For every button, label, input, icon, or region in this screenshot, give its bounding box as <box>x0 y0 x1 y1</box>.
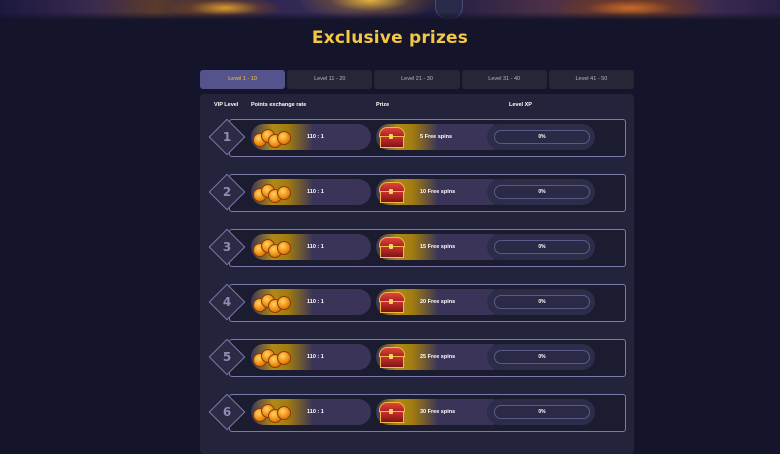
tab-level-41-50[interactable]: Level 41 - 50 <box>548 70 635 89</box>
rate-pill: 110 : 1 <box>251 289 371 315</box>
header-level-xp: Level XP <box>509 102 532 108</box>
page-title: Exclusive prizes <box>311 28 469 48</box>
table-row: 5 110 : 1 25 Free spins 0% <box>208 338 626 377</box>
prize-value: 20 Free spins <box>420 299 456 305</box>
vip-levels-table: VIP Level Points exchange rate Prize Lev… <box>200 94 634 454</box>
prize-value: 30 Free spins <box>420 409 456 415</box>
level-xp-progress: 0% <box>494 185 590 199</box>
tab-level-1-10[interactable]: Level 1 - 10 <box>200 70 286 89</box>
treasure-chest-icon <box>379 402 405 423</box>
table-row: 3 110 : 1 15 Free spins 0% <box>208 228 626 267</box>
level-xp-progress: 0% <box>494 350 590 364</box>
rate-value: 110 : 1 <box>307 409 324 415</box>
level-xp-progress: 0% <box>494 130 590 144</box>
prize-pill: 5 Free spins <box>376 124 504 150</box>
coins-icon <box>253 349 293 368</box>
table-row: 6 110 : 1 30 Free spins 0% <box>208 393 626 432</box>
tab-level-31-40[interactable]: Level 31 - 40 <box>461 70 547 89</box>
coins-icon <box>253 184 293 203</box>
prize-pill: 25 Free spins <box>376 344 504 370</box>
rate-value: 110 : 1 <box>307 354 324 360</box>
rate-value: 110 : 1 <box>307 134 324 140</box>
treasure-chest-icon <box>379 347 405 368</box>
tab-level-11-20[interactable]: Level 11 - 20 <box>287 70 373 89</box>
coins-icon <box>253 129 293 148</box>
rate-pill: 110 : 1 <box>251 399 371 425</box>
banner-fade <box>0 12 780 20</box>
level-number: 1 <box>222 130 232 144</box>
prize-pill: 15 Free spins <box>376 234 504 260</box>
table-row: 1 110 : 1 5 Free spins 0% <box>208 118 626 157</box>
treasure-chest-icon <box>379 182 405 203</box>
coins-icon <box>253 294 293 313</box>
header-points-rate: Points exchange rate <box>251 102 307 108</box>
rate-value: 110 : 1 <box>307 189 324 195</box>
level-number: 4 <box>222 295 232 309</box>
prize-pill: 20 Free spins <box>376 289 504 315</box>
level-number: 3 <box>222 240 232 254</box>
level-tabs: Level 1 - 10 Level 11 - 20 Level 21 - 30… <box>200 70 635 89</box>
prize-value: 5 Free spins <box>420 134 453 140</box>
header-prize: Prize <box>376 102 390 108</box>
rate-pill: 110 : 1 <box>251 124 371 150</box>
level-number: 5 <box>222 350 232 364</box>
level-number: 2 <box>222 185 232 199</box>
level-xp-progress: 0% <box>494 295 590 309</box>
rate-value: 110 : 1 <box>307 244 324 250</box>
rate-value: 110 : 1 <box>307 299 324 305</box>
treasure-chest-icon <box>379 237 405 258</box>
prize-pill: 10 Free spins <box>376 179 504 205</box>
prize-pill: 30 Free spins <box>376 399 504 425</box>
table-row: 4 110 : 1 20 Free spins 0% <box>208 283 626 322</box>
prize-value: 10 Free spins <box>420 189 456 195</box>
header-vip-level: VIP Level <box>214 102 239 108</box>
prize-value: 25 Free spins <box>420 354 456 360</box>
coins-icon <box>253 239 293 258</box>
level-number: 6 <box>222 405 232 419</box>
tab-level-21-30[interactable]: Level 21 - 30 <box>374 70 460 89</box>
treasure-chest-icon <box>379 292 405 313</box>
level-xp-progress: 0% <box>494 240 590 254</box>
prize-value: 15 Free spins <box>420 244 456 250</box>
rate-pill: 110 : 1 <box>251 179 371 205</box>
level-xp-progress: 0% <box>494 405 590 419</box>
rate-pill: 110 : 1 <box>251 344 371 370</box>
rate-pill: 110 : 1 <box>251 234 371 260</box>
coins-icon <box>253 404 293 423</box>
hero-banner <box>0 0 780 20</box>
treasure-chest-icon <box>379 127 405 148</box>
table-row: 2 110 : 1 10 Free spins 0% <box>208 173 626 212</box>
